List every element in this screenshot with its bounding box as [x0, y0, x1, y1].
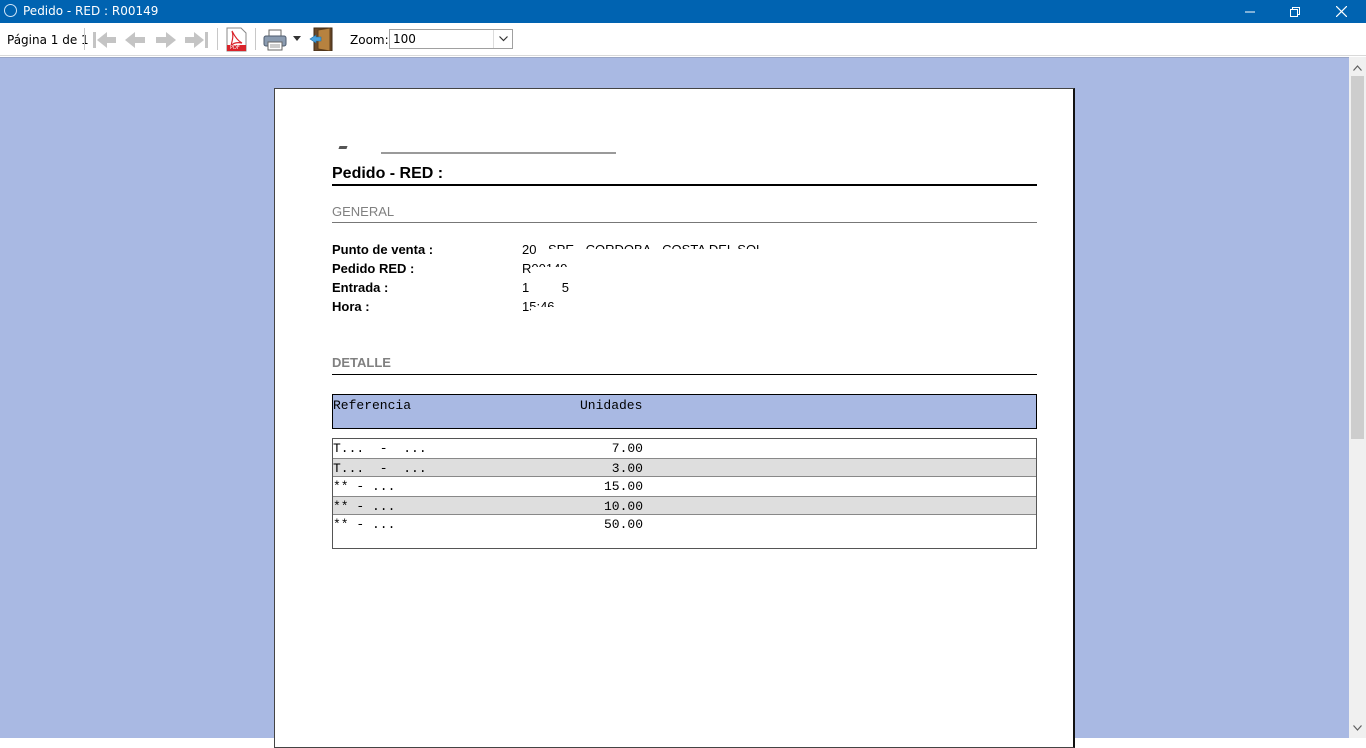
detail-rule [332, 374, 1037, 375]
field-label-entrada: Entrada : [332, 280, 389, 295]
field-label-punto-venta: Punto de venta : [332, 242, 434, 257]
row-reference: T... - ... [333, 441, 427, 456]
close-button[interactable] [1318, 0, 1364, 23]
toolbar-separator [255, 28, 256, 50]
redaction [531, 267, 591, 277]
table-row: ** - ... 10.00 [333, 496, 1036, 515]
row-units: 7.00 [611, 441, 643, 456]
app-icon [4, 4, 17, 17]
title-rule [332, 184, 1037, 186]
page-indicator: Página 1 de 1 [7, 33, 89, 47]
table-row: ** - ... 50.00 [333, 515, 1036, 534]
print-icon[interactable] [262, 28, 288, 52]
next-page-icon[interactable] [154, 28, 178, 52]
exit-icon[interactable] [309, 27, 335, 51]
chevron-down-icon[interactable] [493, 30, 512, 48]
detail-table: T... - ... 7.00 T... - ... 3.00 ** - ...… [332, 438, 1037, 549]
restore-icon [1290, 6, 1300, 17]
toolbar-separator [84, 28, 85, 50]
vertical-scrollbar[interactable] [1349, 57, 1366, 738]
row-units: 3.00 [611, 461, 643, 476]
zoom-value: 100 [393, 32, 416, 46]
zoom-select[interactable]: 100 [389, 29, 513, 49]
window-title: Pedido - RED : R00149 [23, 4, 159, 18]
header-underline [381, 152, 616, 154]
redaction [537, 249, 797, 259]
general-heading: GENERAL [332, 204, 395, 219]
title-bar: Pedido - RED : R00149 [0, 0, 1366, 23]
pdf-label: PDF [230, 45, 240, 51]
column-header-referencia: Referencia [333, 398, 412, 413]
redaction [447, 167, 517, 183]
toolbar-separator [217, 28, 218, 50]
detail-heading: DETALLE [332, 355, 391, 370]
row-reference: ** - ... [333, 517, 396, 532]
scroll-down-icon[interactable] [1349, 719, 1366, 736]
row-reference: T... - ... [333, 461, 427, 476]
report-page: Pedido - RED : R00149 GENERAL Punto de v… [274, 88, 1075, 748]
row-units: 10.00 [603, 499, 643, 514]
close-icon [1335, 6, 1347, 17]
header-mark [338, 146, 348, 149]
restore-button[interactable] [1272, 0, 1318, 23]
redaction [531, 307, 571, 317]
table-row: T... - ... 3.00 [333, 458, 1036, 477]
table-row: ** - ... 15.00 [333, 477, 1036, 496]
minimize-button[interactable] [1227, 0, 1273, 23]
row-reference: ** - ... [333, 479, 396, 494]
last-page-icon[interactable] [184, 28, 210, 52]
table-row: T... - ... 7.00 [333, 439, 1036, 458]
minimize-icon [1245, 11, 1255, 12]
row-units: 15.00 [603, 479, 643, 494]
export-pdf-button[interactable]: PDF [226, 27, 247, 52]
previous-page-icon[interactable] [123, 28, 147, 52]
zoom-label: Zoom: [350, 33, 389, 47]
row-reference: ** - ... [333, 499, 396, 514]
field-value-entrada: 1 5 [522, 280, 569, 295]
table-header: Referencia Unidades [332, 394, 1037, 429]
toolbar: Página 1 de 1 PDF Zoom: 100 [0, 23, 1366, 56]
field-label-hora: Hora : [332, 299, 370, 314]
general-rule [332, 222, 1037, 223]
scrollbar-thumb[interactable] [1351, 76, 1364, 439]
field-label-pedido-red: Pedido RED : [332, 261, 415, 276]
first-page-icon[interactable] [91, 28, 117, 52]
scroll-up-icon[interactable] [1349, 59, 1366, 76]
column-header-unidades: Unidades [580, 398, 643, 413]
row-units: 50.00 [603, 517, 643, 532]
